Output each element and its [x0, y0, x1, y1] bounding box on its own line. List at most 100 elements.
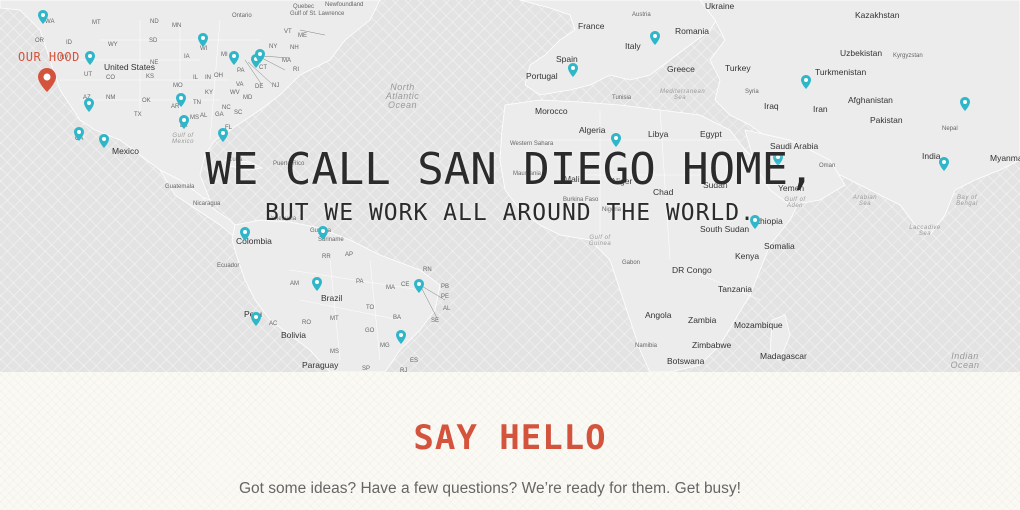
map-label-south-sudan: South Sudan: [700, 224, 750, 234]
map-label-zambia: Zambia: [688, 315, 717, 325]
map-label-brazil-state: RR: [322, 254, 331, 260]
location-pin-icon[interactable]: [198, 33, 208, 47]
map-label-uzbekistan: Uzbekistan: [840, 48, 883, 58]
map-label-state: KY: [205, 90, 214, 96]
map-label-iraq: Iraq: [764, 101, 779, 111]
map-label-turkey: Turkey: [725, 63, 751, 73]
map-label-zimbabwe: Zimbabwe: [692, 340, 732, 350]
map-label-libya: Libya: [648, 129, 669, 139]
location-pin-icon[interactable]: [312, 277, 322, 291]
location-pin-icon[interactable]: [85, 51, 95, 65]
map-label-brazil-state: MS: [330, 349, 339, 355]
location-pin-icon[interactable]: [84, 98, 94, 112]
map-label-state: OR: [35, 38, 44, 44]
map-label-state: NE: [150, 60, 159, 66]
map-label-botswana: Botswana: [667, 356, 705, 366]
location-pin-icon[interactable]: [414, 279, 424, 293]
map-label-kenya: Kenya: [735, 251, 760, 261]
map-label-state: NC: [222, 105, 231, 111]
map-label-laccadive-sea: Laccadive Sea: [909, 225, 941, 237]
map-label-state: OH: [214, 73, 223, 79]
map-label-state: SC: [234, 110, 243, 116]
map-label-austria: Austria: [632, 12, 651, 18]
map-label-greece: Greece: [667, 64, 695, 74]
map-label-state: WY: [108, 42, 118, 48]
location-pin-icon[interactable]: [568, 63, 578, 77]
map-label-state: MT: [92, 20, 101, 26]
location-pin-icon[interactable]: [318, 226, 328, 240]
location-pin-icon[interactable]: [229, 51, 239, 65]
map-label-afghanistan: Afghanistan: [848, 95, 893, 105]
headline: WE CALL SAN DIEGO HOME,: [205, 144, 815, 195]
location-pin-icon[interactable]: [396, 330, 406, 344]
map-label-ecuador: Ecuador: [217, 263, 240, 269]
map-label-state: GA: [215, 112, 224, 118]
map-label-angola: Angola: [645, 310, 672, 320]
location-pin-icon[interactable]: [218, 128, 228, 142]
location-pin-icon[interactable]: [960, 97, 970, 111]
map-label-province: Gulf of St. Lawrence: [290, 11, 345, 17]
map-label-brazil-state: AC: [269, 321, 278, 327]
map-label-brazil-state: ES: [410, 358, 419, 364]
map-label-madagascar: Madagascar: [760, 351, 807, 361]
map-label-turkmenistan: Turkmenistan: [815, 67, 867, 77]
map-label-province: Newfoundland: [325, 2, 364, 8]
map-label-dr-congo: DR Congo: [672, 265, 712, 275]
map-label-portugal: Portugal: [526, 71, 558, 81]
map-label-state: WV: [230, 90, 240, 96]
map-label-state: IA: [184, 54, 190, 60]
map-label-state: MS: [190, 115, 199, 121]
map-label-state: UT: [84, 72, 92, 78]
map-label-brazil-state: CE: [401, 282, 410, 288]
map-label-state: ID: [66, 40, 72, 46]
map-label-state: VA: [236, 82, 244, 88]
map-label-state: AL: [200, 113, 208, 119]
map-label-state: NY: [269, 44, 278, 50]
location-pin-icon[interactable]: [179, 115, 189, 129]
map-label-state: OK: [142, 98, 151, 104]
map-label-state: NJ: [272, 83, 280, 89]
map-label-syria: Syria: [745, 89, 759, 95]
map-label-state: ND: [150, 19, 159, 25]
map-label-italy: Italy: [625, 41, 641, 51]
location-pin-icon[interactable]: [255, 49, 265, 63]
map-label-state: SD: [149, 38, 158, 44]
map-label-iran: Iran: [813, 104, 828, 114]
map-label-state: MI: [221, 52, 228, 58]
map-label-state: DE: [255, 84, 264, 90]
map-label-gabon: Gabon: [622, 260, 641, 266]
map-label-state: CO: [106, 75, 115, 81]
map-label-paraguay: Paraguay: [302, 360, 339, 370]
map-label-brazil-state: TO: [366, 305, 375, 311]
map-label-state: NM: [106, 95, 116, 101]
map-label-tanzania: Tanzania: [718, 284, 753, 294]
map-label-state: VT: [284, 29, 292, 35]
say-hello-title: SAY HELLO: [413, 418, 607, 458]
map-label-brazil-state: MA: [386, 285, 395, 291]
map-label-brazil-state: AL: [443, 306, 451, 312]
location-pin-icon[interactable]: [176, 93, 186, 107]
map-label-pakistan: Pakistan: [870, 115, 903, 125]
location-pin-icon[interactable]: [801, 75, 811, 89]
map-label-state: RI: [293, 67, 299, 73]
map-label-brazil-state: RO: [302, 320, 311, 326]
map-label-united-states: United States: [104, 62, 156, 72]
home-pin-icon[interactable]: [38, 68, 56, 92]
map-label-tunisia: Tunisia: [612, 95, 632, 101]
location-pin-icon[interactable]: [38, 10, 48, 24]
map-label-brazil-state: RN: [423, 267, 432, 273]
map-label-brazil-state: GO: [365, 328, 375, 334]
map-label-state: KS: [146, 74, 155, 80]
world-map[interactable]: Ukraine Kazakhstan France Austria Romani…: [0, 0, 1020, 372]
say-hello-text: Got some ideas? Have a few questions? We…: [239, 480, 741, 497]
location-pin-icon[interactable]: [650, 31, 660, 45]
map-label-france: France: [578, 21, 605, 31]
map-label-nepal: Nepal: [942, 126, 958, 132]
map-label-north-atlantic: North Atlantic Ocean: [385, 82, 420, 110]
location-pin-icon[interactable]: [74, 127, 84, 141]
map-label-indian-ocean: Indian Ocean: [950, 351, 980, 370]
location-pin-icon[interactable]: [251, 312, 261, 326]
map-label-namibia: Namibia: [635, 343, 658, 349]
location-pin-icon[interactable]: [240, 227, 250, 241]
map-label-state: MO: [173, 83, 183, 89]
